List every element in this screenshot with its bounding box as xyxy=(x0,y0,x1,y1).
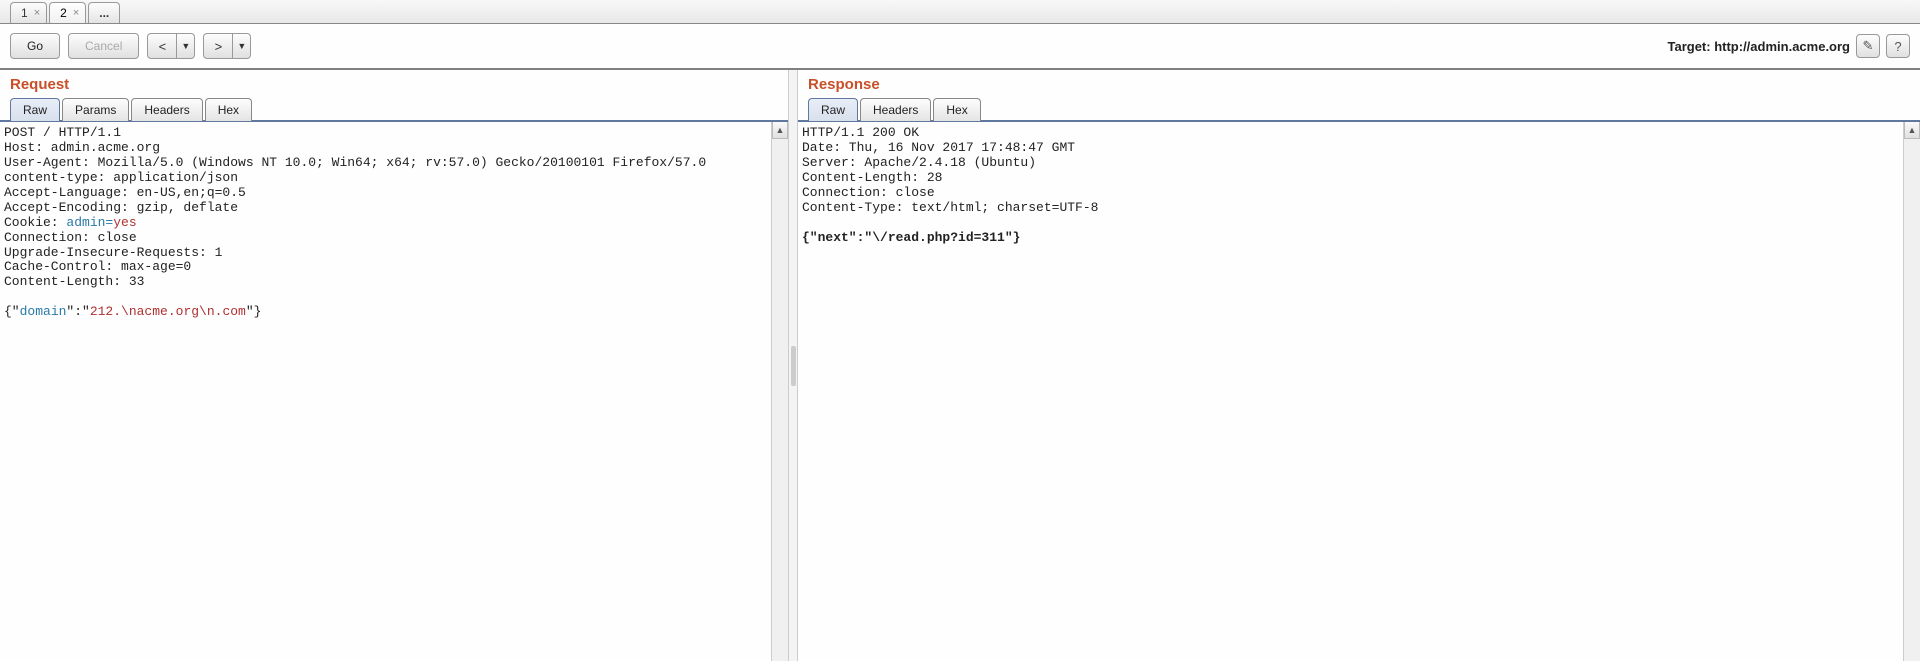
toolbar-right: Target: http://admin.acme.org ✎ ? xyxy=(1667,34,1910,58)
tab-raw[interactable]: Raw xyxy=(10,98,60,121)
next-dropdown[interactable]: ▼ xyxy=(233,33,251,59)
tab-headers[interactable]: Headers xyxy=(860,98,931,121)
request-view-tabs: Raw Params Headers Hex xyxy=(0,97,788,122)
history-next-group: > ▼ xyxy=(203,33,251,59)
close-icon[interactable]: × xyxy=(34,7,40,19)
history-prev-group: < ▼ xyxy=(147,33,195,59)
response-viewer[interactable]: HTTP/1.1 200 OK Date: Thu, 16 Nov 2017 1… xyxy=(798,122,1903,661)
help-button[interactable]: ? xyxy=(1886,34,1910,58)
edit-target-button[interactable]: ✎ xyxy=(1856,34,1880,58)
request-pane: Request Raw Params Headers Hex POST / HT… xyxy=(0,70,788,661)
more-label: ... xyxy=(99,6,109,20)
toolbar: Go Cancel < ▼ > ▼ Target: http://admin.a… xyxy=(0,24,1920,70)
scroll-up-icon[interactable]: ▲ xyxy=(772,122,788,139)
split-container: Request Raw Params Headers Hex POST / HT… xyxy=(0,70,1920,661)
go-button[interactable]: Go xyxy=(10,33,60,59)
tab-params[interactable]: Params xyxy=(62,98,129,121)
request-scrollbar[interactable]: ▲ xyxy=(771,122,788,661)
target-label: Target: http://admin.acme.org xyxy=(1667,39,1850,54)
prev-dropdown[interactable]: ▼ xyxy=(177,33,195,59)
split-divider[interactable] xyxy=(788,70,798,661)
tab-label: 2 xyxy=(60,6,67,20)
toolbar-left: Go Cancel < ▼ > ▼ xyxy=(10,33,251,59)
tab-hex[interactable]: Hex xyxy=(205,98,252,121)
pencil-icon: ✎ xyxy=(1863,38,1874,54)
response-content-wrap: HTTP/1.1 200 OK Date: Thu, 16 Nov 2017 1… xyxy=(798,122,1920,661)
request-title: Request xyxy=(0,70,788,97)
tab-hex[interactable]: Hex xyxy=(933,98,980,121)
scroll-up-icon[interactable]: ▲ xyxy=(1904,122,1920,139)
close-icon[interactable]: × xyxy=(73,7,79,19)
window-tab-bar: 1 × 2 × ... xyxy=(0,0,1920,24)
next-button[interactable]: > xyxy=(203,33,233,59)
tab-headers[interactable]: Headers xyxy=(131,98,202,121)
request-editor[interactable]: POST / HTTP/1.1 Host: admin.acme.org Use… xyxy=(0,122,771,661)
cancel-button[interactable]: Cancel xyxy=(68,33,139,59)
prev-button[interactable]: < xyxy=(147,33,177,59)
window-tab-more[interactable]: ... xyxy=(88,2,120,23)
tab-label: 1 xyxy=(21,6,28,20)
response-scrollbar[interactable]: ▲ xyxy=(1903,122,1920,661)
window-tab-1[interactable]: 1 × xyxy=(10,2,47,23)
response-pane: Response Raw Headers Hex HTTP/1.1 200 OK… xyxy=(798,70,1920,661)
response-title: Response xyxy=(798,70,1920,97)
request-content-wrap: POST / HTTP/1.1 Host: admin.acme.org Use… xyxy=(0,122,788,661)
tab-raw[interactable]: Raw xyxy=(808,98,858,121)
help-icon: ? xyxy=(1894,39,1901,54)
response-view-tabs: Raw Headers Hex xyxy=(798,97,1920,122)
window-tab-2[interactable]: 2 × xyxy=(49,2,86,23)
